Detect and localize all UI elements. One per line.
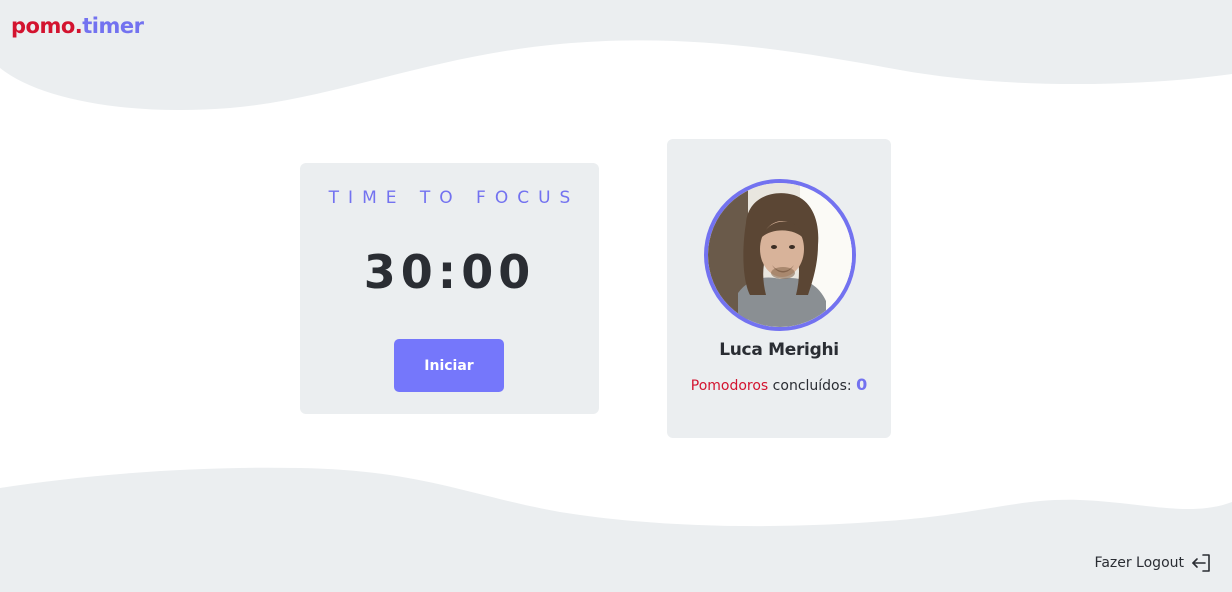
logout-button[interactable]: Fazer Logout <box>1095 552 1212 574</box>
logo-part-pomo: pomo. <box>11 14 83 38</box>
profile-card: Luca Merighi Pomodoros concluídos: 0 <box>667 139 891 438</box>
user-photo-icon <box>708 183 852 327</box>
timer-heading: TIME TO FOCUS <box>328 188 580 208</box>
timer-card: TIME TO FOCUS 30:00 Iniciar <box>300 163 599 414</box>
logout-label: Fazer Logout <box>1094 555 1184 571</box>
avatar <box>704 179 856 331</box>
bottom-wave-decoration <box>0 467 1232 592</box>
top-wave-decoration <box>0 0 1232 111</box>
logout-icon <box>1192 554 1210 572</box>
pomodoros-label: Pomodoros <box>690 378 769 394</box>
logo-part-timer: timer <box>82 14 144 38</box>
app-logo[interactable]: pomo.timer <box>11 14 144 38</box>
page: pomo.timer TIME TO FOCUS 30:00 Iniciar L… <box>0 0 1232 592</box>
start-button[interactable]: Iniciar <box>394 339 504 392</box>
completed-label: concluídos: <box>768 378 857 394</box>
timer-display: 30:00 <box>363 245 536 299</box>
completed-pomodoros-stat: Pomodoros concluídos: 0 <box>667 375 891 394</box>
profile-name: Luca Merighi <box>719 340 839 360</box>
completed-count: 0 <box>856 375 868 394</box>
